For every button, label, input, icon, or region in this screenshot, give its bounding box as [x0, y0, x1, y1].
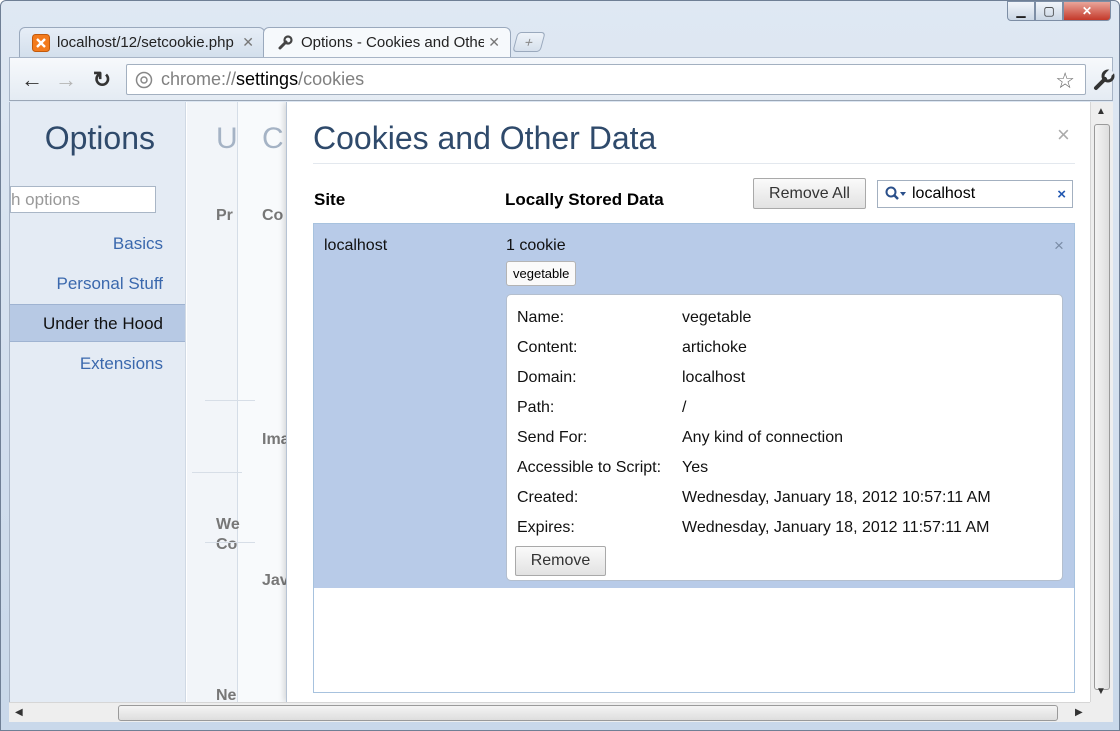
url-path: /cookies: [298, 69, 365, 89]
window-controls: ▁ ▢ ✕: [1007, 1, 1111, 25]
horizontal-scrollbar[interactable]: ◀ ▶: [9, 702, 1090, 722]
cookie-search-value: localhost: [912, 185, 976, 202]
background-label: Co: [262, 207, 284, 224]
detail-value: /: [682, 399, 687, 416]
cookie-details-panel: Name: vegetable Content: artichoke Domain:…: [506, 294, 1063, 581]
site-name: localhost: [324, 237, 388, 254]
page-content: Options h options Basics Personal Stuff …: [9, 102, 1113, 702]
back-button[interactable]: ←: [18, 66, 46, 94]
options-title: Options: [44, 120, 155, 156]
browser-window: ▁ ▢ ✕ localhost/12/setcookie.php ✕ Optio…: [0, 0, 1120, 731]
cookie-site-row[interactable]: localhost 1 cookie × vegetable Name: vege…: [314, 224, 1074, 588]
overlay-close-icon[interactable]: ×: [1057, 122, 1070, 148]
wrench-menu-icon[interactable]: [1092, 68, 1116, 92]
new-tab-button[interactable]: +: [512, 32, 546, 52]
detail-key: Name:: [517, 309, 565, 326]
remove-site-icon[interactable]: ×: [1054, 236, 1064, 256]
tab-close-icon[interactable]: ✕: [488, 34, 500, 51]
background-divider: [192, 472, 242, 473]
background-heading-2: C: [262, 122, 284, 155]
tab-options-cookies[interactable]: Options - Cookies and Other Data ✕: [263, 27, 511, 57]
detail-key: Created:: [517, 489, 579, 506]
detail-value: vegetable: [682, 309, 752, 326]
cookie-count: 1 cookie: [506, 237, 566, 254]
browser-toolbar: ← → ↻ chrome://settings/cookies ☆: [9, 57, 1116, 101]
detail-key: Domain:: [517, 369, 577, 386]
scrollbar-corner: [1090, 702, 1113, 722]
detail-key: Expires:: [517, 519, 575, 536]
detail-value: Any kind of connection: [682, 429, 843, 446]
column-header-locally-stored-data: Locally Stored Data: [505, 190, 664, 209]
remove-all-button[interactable]: Remove All: [753, 178, 866, 209]
overlay-divider: [313, 163, 1075, 164]
forward-button[interactable]: →: [52, 66, 80, 94]
sidebar-item-extensions[interactable]: Extensions: [80, 354, 163, 374]
url-scheme: chrome://: [161, 69, 237, 89]
background-label: We: [216, 516, 240, 533]
scroll-right-arrow-icon[interactable]: ▶: [1075, 707, 1083, 718]
sidebar-item-basics[interactable]: Basics: [113, 234, 163, 254]
detail-value: artichoke: [682, 339, 747, 356]
cookie-list: localhost 1 cookie × vegetable Name: vege…: [313, 223, 1075, 693]
maximize-button[interactable]: ▢: [1035, 1, 1063, 21]
url-host: settings: [236, 69, 299, 89]
bookmark-star-icon[interactable]: ☆: [1055, 68, 1075, 94]
scroll-left-arrow-icon[interactable]: ◀: [15, 707, 23, 718]
sidebar-item-under-the-hood[interactable]: Under the Hood: [10, 304, 185, 342]
detail-value: Yes: [682, 459, 709, 476]
wrench-icon: [276, 34, 294, 52]
tab-setcookie[interactable]: localhost/12/setcookie.php ✕: [19, 27, 265, 57]
detail-value: Wednesday, January 18, 2012 10:57:11 AM: [682, 489, 991, 506]
vertical-scrollbar[interactable]: ▲ ▼: [1090, 102, 1113, 702]
search-icon: [885, 186, 906, 200]
background-label: Jav: [262, 572, 289, 589]
detail-key: Send For:: [517, 429, 588, 446]
options-sidebar: Options h options Basics Personal Stuff …: [10, 102, 186, 702]
background-label: Ne: [216, 687, 237, 702]
cookies-overlay: Cookies and Other Data × Site Locally St…: [286, 102, 1096, 702]
detail-value: localhost: [682, 369, 746, 386]
tab-label: localhost/12/setcookie.php: [57, 34, 234, 51]
detail-key: Accessible to Script:: [517, 459, 662, 476]
scroll-down-arrow-icon[interactable]: ▼: [1096, 686, 1106, 697]
cookie-chip[interactable]: vegetable: [506, 261, 577, 286]
background-label: Co: [216, 536, 238, 553]
background-label: Pr: [216, 207, 233, 224]
cookie-search-input[interactable]: localhost ×: [877, 180, 1073, 208]
clear-search-icon[interactable]: ×: [1057, 186, 1066, 203]
close-window-button[interactable]: ✕: [1063, 1, 1111, 21]
address-bar[interactable]: chrome://settings/cookies ☆: [126, 64, 1086, 95]
background-divider: [205, 400, 255, 401]
sidebar-item-personal-stuff[interactable]: Personal Stuff: [57, 274, 163, 294]
horizontal-scroll-thumb[interactable]: [118, 705, 1058, 721]
column-header-site: Site: [314, 190, 346, 209]
background-divider: [205, 542, 255, 543]
scroll-up-arrow-icon[interactable]: ▲: [1096, 106, 1106, 117]
tab-label: Options - Cookies and Other Data: [301, 34, 485, 51]
tab-close-icon[interactable]: ✕: [242, 34, 254, 51]
detail-key: Path:: [517, 399, 555, 416]
reload-button[interactable]: ↻: [88, 66, 116, 94]
minimize-button[interactable]: ▁: [1007, 1, 1035, 21]
remove-cookie-button[interactable]: Remove: [515, 546, 606, 576]
detail-key: Content:: [517, 339, 578, 356]
vertical-scroll-thumb[interactable]: [1094, 124, 1110, 690]
detail-value: Wednesday, January 18, 2012 11:57:11 AM: [682, 519, 990, 536]
background-heading-1: U: [216, 122, 238, 155]
page-icon: [135, 71, 153, 88]
xampp-icon: [32, 33, 50, 52]
options-search-input[interactable]: h options: [10, 186, 156, 213]
overlay-title: Cookies and Other Data: [313, 120, 657, 156]
